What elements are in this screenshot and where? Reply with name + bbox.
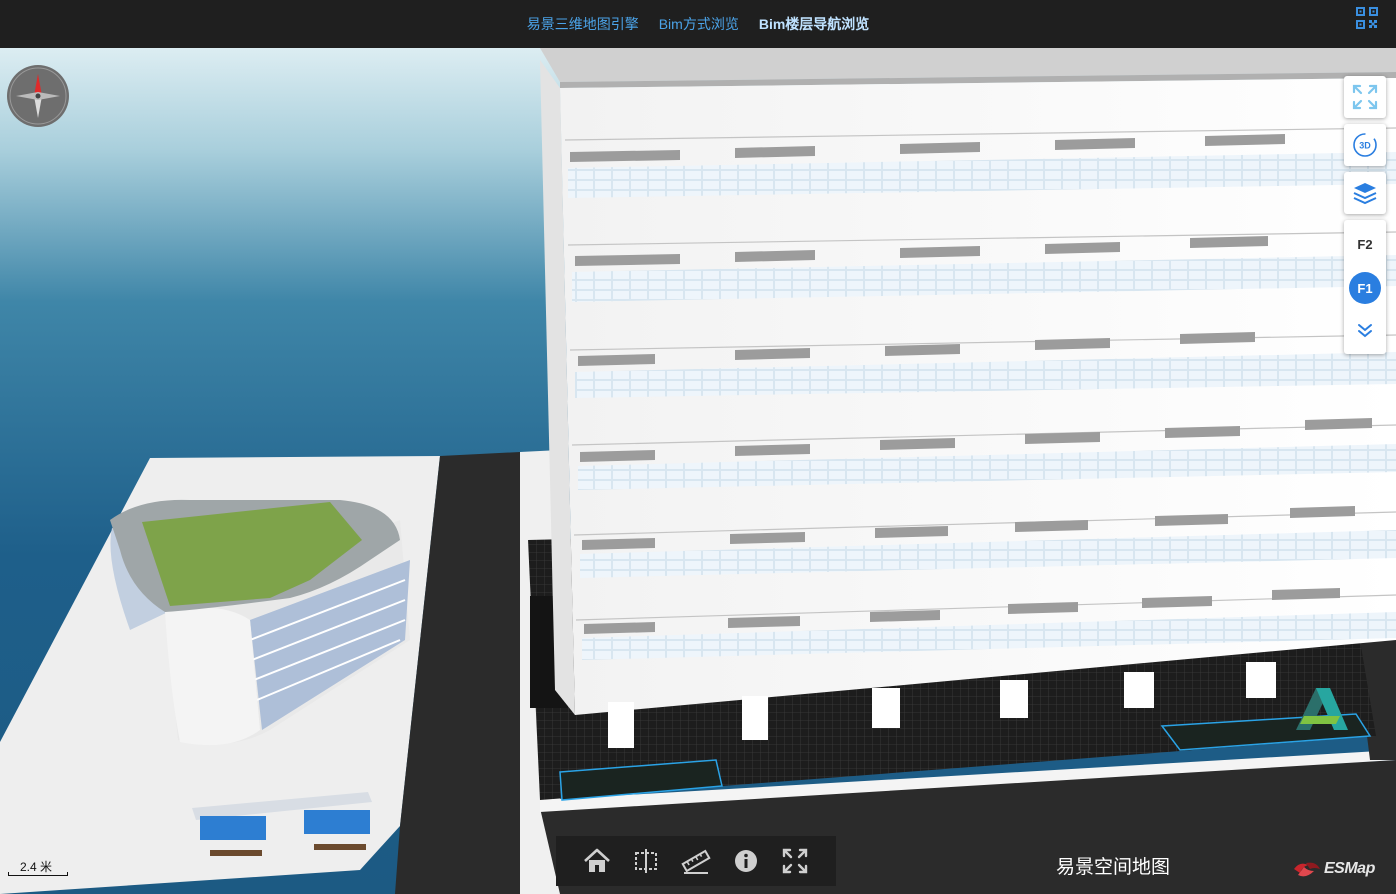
compass-icon[interactable] xyxy=(6,64,70,128)
chevron-double-down-icon xyxy=(1358,324,1372,338)
area-measure-button[interactable] xyxy=(629,844,663,878)
fullscreen-toggle-button[interactable] xyxy=(778,844,812,878)
floor-expand-button[interactable] xyxy=(1344,310,1386,350)
home-button[interactable] xyxy=(580,844,614,878)
floor-f1-selected: F1 xyxy=(1349,272,1381,304)
fullscreen-icon xyxy=(782,848,808,874)
floor-item-f2[interactable]: F2 xyxy=(1344,222,1386,266)
ruler-icon xyxy=(681,849,711,874)
map-app: 易景三维地图引擎 Bim方式浏览 Bim楼层导航浏览 3D F2 F1 2.4 … xyxy=(0,0,1396,894)
map-3d-scene[interactable] xyxy=(0,48,1396,894)
map-tools: 3D F2 F1 xyxy=(1344,76,1386,354)
view-3d-button[interactable]: 3D xyxy=(1344,124,1386,166)
qr-code-icon[interactable] xyxy=(1356,7,1378,29)
ruler-button[interactable] xyxy=(679,844,713,878)
main-tower xyxy=(540,48,1396,748)
bottom-toolbar xyxy=(556,836,836,886)
view-3d-label: 3D xyxy=(1359,141,1371,151)
layers-button[interactable] xyxy=(1344,172,1386,214)
nav-bim-floor-link[interactable]: Bim楼层导航浏览 xyxy=(759,14,869,34)
fullscreen-button[interactable] xyxy=(1344,76,1386,118)
floor-item-f1[interactable]: F1 xyxy=(1344,266,1386,310)
expand-icon xyxy=(1352,84,1378,110)
autodesk-logo-icon xyxy=(1296,688,1348,730)
nav-bim-browse-link[interactable]: Bim方式浏览 xyxy=(659,14,739,34)
top-nav: 易景三维地图引擎 Bim方式浏览 Bim楼层导航浏览 xyxy=(0,0,1396,48)
floor-switcher: F2 F1 xyxy=(1344,220,1386,354)
area-measure-icon xyxy=(635,849,658,873)
home-icon xyxy=(583,848,610,872)
esmap-brand-icon xyxy=(1294,862,1320,877)
map-title: 易景空间地图 xyxy=(1056,857,1171,878)
esmap-logo-text: ESMap xyxy=(1324,860,1375,877)
nav-engine-link[interactable]: 易景三维地图引擎 xyxy=(527,14,639,34)
layers-icon xyxy=(1353,183,1377,205)
info-icon xyxy=(734,850,757,872)
esmap-logo: ESMap xyxy=(1292,856,1388,882)
scale-line xyxy=(8,872,68,876)
info-button[interactable] xyxy=(729,844,763,878)
rotate-3d-icon: 3D xyxy=(1353,133,1377,157)
scale-bar: 2.4 米 xyxy=(6,856,68,878)
